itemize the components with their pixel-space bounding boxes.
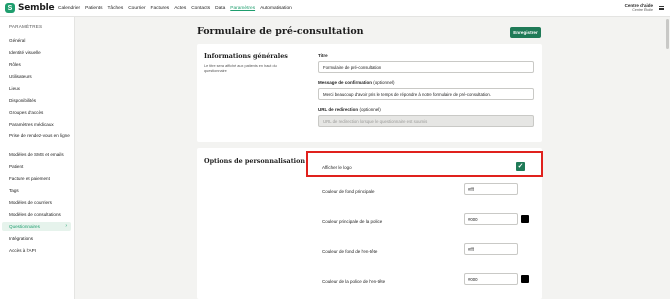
confirm-message-label-text: Message de confirmation <box>318 80 373 85</box>
sidebar-item-utilisateurs[interactable]: Utilisateurs <box>2 74 71 80</box>
optional-tag: (optionnel) <box>373 80 395 85</box>
sidebar-item-acces-api[interactable]: Accès à l'API <box>2 248 71 254</box>
primary-background-input[interactable]: #fff <box>464 183 518 195</box>
nav-actes[interactable]: Actes <box>174 6 186 11</box>
settings-sidebar: PARAMÈTRES Général Identité visuelle Rôl… <box>0 17 75 299</box>
redirect-url-field[interactable]: URL de redirection lorsque le questionna… <box>318 115 534 127</box>
sidebar-item-identite-visuelle[interactable]: Identité visuelle <box>2 50 71 56</box>
clinic-name: Centre Étoile <box>632 8 653 12</box>
nav-patients[interactable]: Patients <box>85 6 102 11</box>
page-scrollbar[interactable] <box>666 19 669 49</box>
redirect-url-label-text: URL de redirection <box>318 107 359 112</box>
sidebar-item-roles[interactable]: Rôles <box>2 62 71 68</box>
sidebar-item-parametres-medicaux[interactable]: Paramètres médicaux <box>2 122 71 128</box>
title-field-label: Titre <box>318 53 328 58</box>
general-info-description: Le titre sera affiché aux patients en ha… <box>204 64 277 73</box>
nav-courrier[interactable]: Courrier <box>128 6 145 11</box>
main-nav: Calendrier Patients Tâches Courrier Fact… <box>58 6 297 11</box>
primary-font-color-swatch[interactable] <box>521 215 529 223</box>
header-font-color-swatch[interactable] <box>521 275 529 283</box>
general-info-card: Informations générales Le titre sera aff… <box>197 44 542 142</box>
header-background-swatch[interactable] <box>521 245 529 253</box>
semble-logo[interactable]: S Semble <box>5 3 58 13</box>
nav-contacts[interactable]: Contacts <box>191 6 210 11</box>
sidebar-item-prise-rdv-en-ligne[interactable]: Prise de rendez-vous en ligne <box>2 133 71 139</box>
header-background-label: Couleur de fond de l'en-tête <box>322 249 378 254</box>
general-info-title: Informations générales <box>204 52 288 60</box>
title-field[interactable]: Formulaire de pré-consultation <box>318 61 534 73</box>
nav-taches[interactable]: Tâches <box>107 6 123 11</box>
optional-tag: (optionnel) <box>359 107 381 112</box>
sidebar-item-integrations[interactable]: Intégrations <box>2 236 71 242</box>
hamburger-menu-icon[interactable] <box>659 6 664 10</box>
sidebar-item-label: Questionnaires <box>9 224 40 229</box>
chevron-right-icon: › <box>65 223 67 229</box>
header-background-input[interactable]: #fff <box>464 243 518 255</box>
sidebar-item-modeles-consultations[interactable]: Modèles de consultations <box>2 212 71 218</box>
sidebar-item-general[interactable]: Général <box>2 38 71 44</box>
sidebar-item-patient[interactable]: Patient <box>2 164 71 170</box>
sidebar-item-facture-paiement[interactable]: Facture et paiement <box>2 176 71 182</box>
sidebar-item-modeles-courriers[interactable]: Modèles de courriers <box>2 200 71 206</box>
semble-logo-icon: S <box>5 3 15 13</box>
page-title: Formulaire de pré-consultation <box>197 26 364 37</box>
primary-background-label: Couleur de fond principale <box>322 189 375 194</box>
help-center-link[interactable]: Centre d'aide Centre Étoile <box>625 3 653 12</box>
sidebar-item-modeles-sms-emails[interactable]: Modèles de SMS et emails <box>2 152 71 158</box>
nav-parametres[interactable]: Paramètres <box>230 6 255 11</box>
show-logo-label: Afficher le logo <box>322 165 352 170</box>
confirm-message-label: Message de confirmation (optionnel) <box>318 80 395 85</box>
nav-calendrier[interactable]: Calendrier <box>58 6 80 11</box>
sidebar-item-questionnaires[interactable]: Questionnaires › <box>2 222 71 231</box>
primary-font-color-input[interactable]: #000 <box>464 213 518 225</box>
sidebar-heading: PARAMÈTRES <box>9 24 43 29</box>
header-font-color-input[interactable]: #000 <box>464 273 518 285</box>
sidebar-item-disponibilites[interactable]: Disponibilités <box>2 98 71 104</box>
nav-data[interactable]: Data <box>215 6 225 11</box>
primary-font-color-label: Couleur principale de la police <box>322 219 383 224</box>
nav-automatisation[interactable]: Automatisation <box>260 6 292 11</box>
primary-background-swatch[interactable] <box>521 185 529 193</box>
show-logo-checkbox[interactable]: ✓ <box>516 162 525 171</box>
show-logo-highlight <box>306 151 543 177</box>
confirm-message-field[interactable]: Merci beaucoup d'avoir pris le temps de … <box>318 88 534 100</box>
save-button[interactable]: Enregistrer <box>510 27 541 38</box>
sidebar-item-groupes-acces[interactable]: Groupes d'accès <box>2 110 71 116</box>
nav-factures[interactable]: Factures <box>151 6 170 11</box>
redirect-url-label: URL de redirection (optionnel) <box>318 107 381 112</box>
top-navigation-bar: S Semble Calendrier Patients Tâches Cour… <box>0 0 670 17</box>
brand-name: Semble <box>18 3 55 13</box>
sidebar-item-lieux[interactable]: Lieux <box>2 86 71 92</box>
sidebar-item-tags[interactable]: Tags <box>2 188 71 194</box>
customization-title: Options de personnalisation <box>204 157 305 165</box>
header-font-color-label: Couleur de la police de l'en-tête <box>322 279 386 284</box>
